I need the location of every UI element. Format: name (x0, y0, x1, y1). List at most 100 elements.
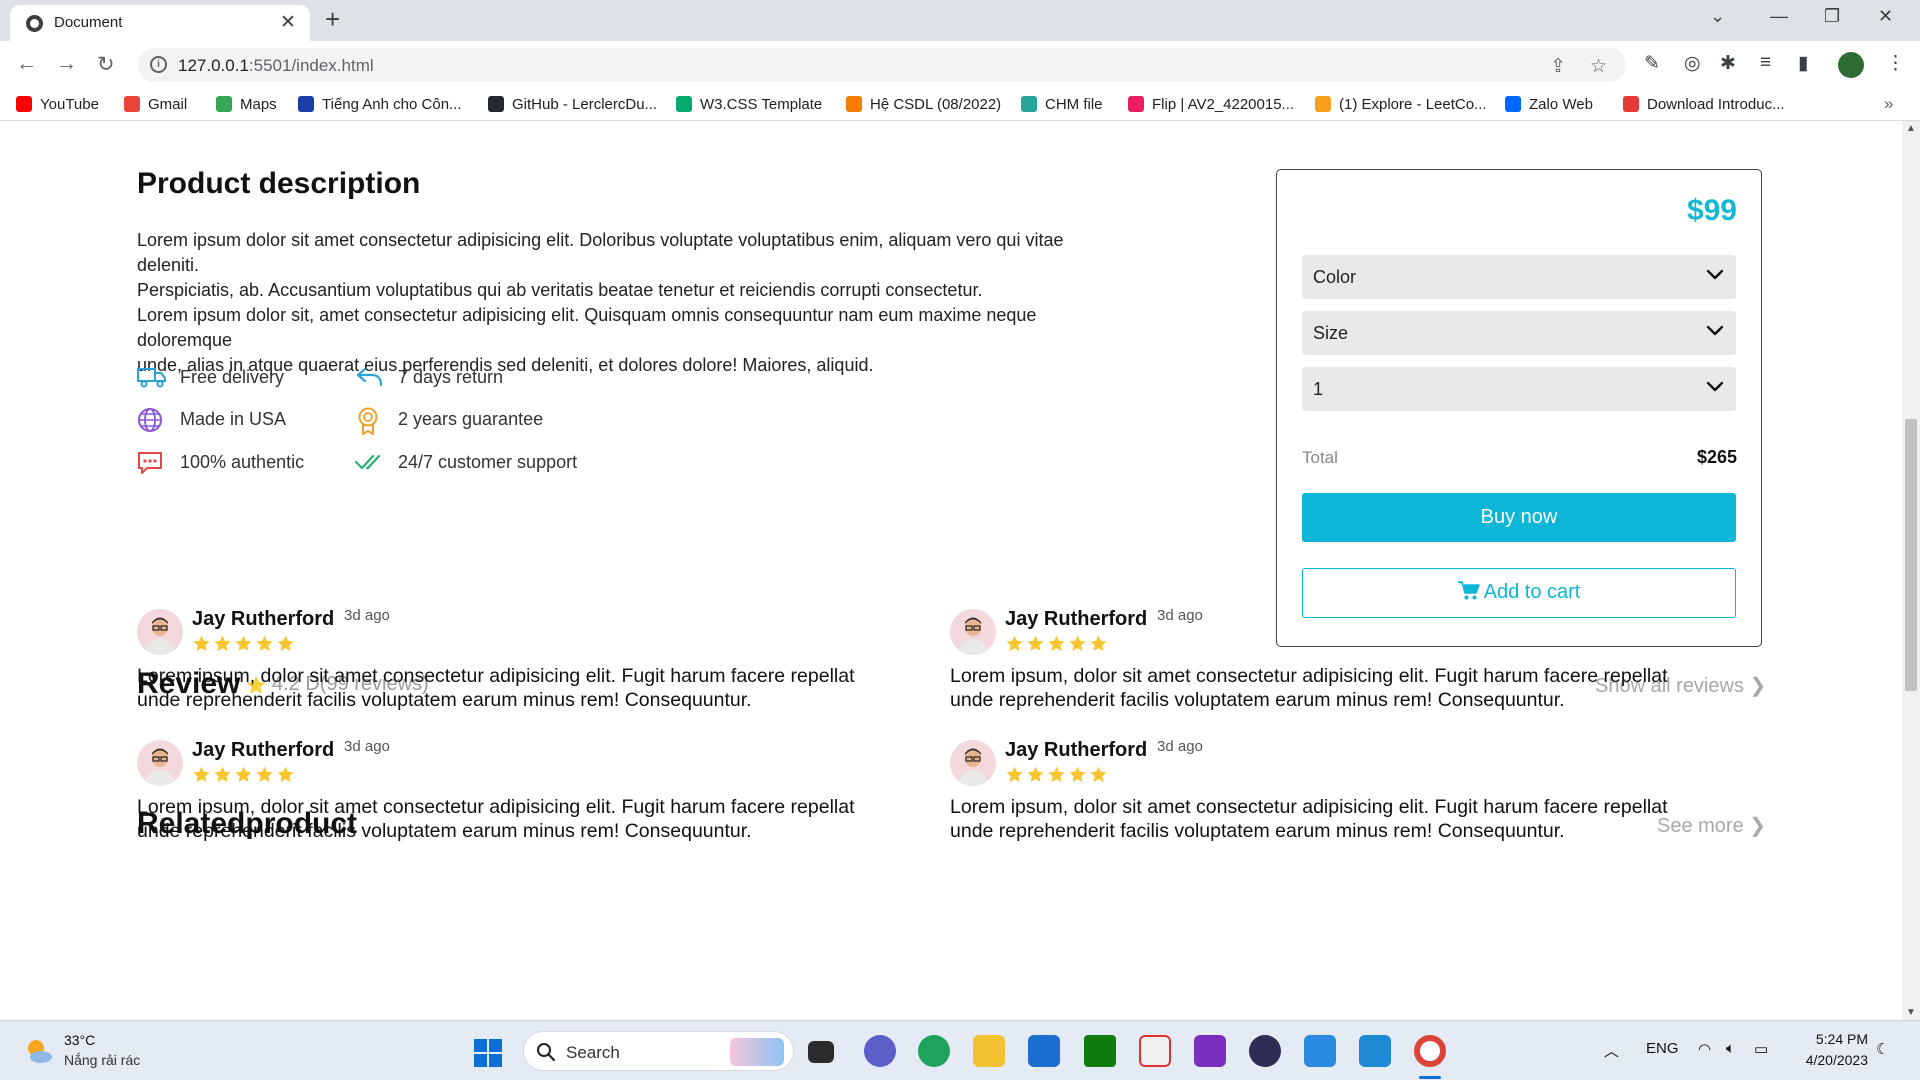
extension-compass-icon[interactable]: ◎ (1684, 52, 1701, 75)
forward-icon[interactable]: → (56, 52, 77, 76)
star-icon (214, 635, 231, 651)
bookmark-favicon-icon (1315, 96, 1331, 112)
buy-now-button[interactable]: Buy now (1302, 493, 1736, 542)
bookmark-label: Zalo Web (1529, 96, 1593, 113)
back-icon[interactable]: ← (16, 52, 37, 76)
snipping-tool-icon[interactable] (1139, 1035, 1171, 1067)
scroll-up-icon[interactable]: ▲ (1906, 123, 1916, 134)
mail-icon[interactable] (1028, 1035, 1060, 1067)
menu-kebab-icon[interactable]: ⋮ (1886, 52, 1905, 75)
language-indicator[interactable]: ENG (1646, 1040, 1679, 1057)
proton-vpn-icon[interactable] (1194, 1035, 1226, 1067)
wifi-icon[interactable]: ◠ (1698, 1040, 1711, 1058)
teams-chat-icon[interactable] (864, 1035, 896, 1067)
review-text-line: Lorem ipsum, dolor sit amet consectetur … (950, 796, 1668, 818)
review-text-line: Lorem ipsum, dolor sit amet consectetur … (137, 665, 855, 687)
bookmark-item[interactable]: Download Introduc... (1623, 96, 1785, 113)
see-more-link[interactable]: See more ❯ (1657, 813, 1766, 838)
site-info-icon[interactable]: i (150, 56, 167, 73)
restore-icon[interactable]: ❐ (1824, 6, 1840, 27)
new-tab-icon[interactable]: + (325, 4, 340, 35)
bookmark-item[interactable]: W3.CSS Template (676, 96, 822, 113)
share-icon[interactable]: ⇪ (1550, 55, 1566, 78)
feature-label: Made in USA (180, 409, 287, 429)
review-text: Lorem ipsum, dolor sit amet consectetur … (950, 795, 1730, 843)
xbox-icon[interactable] (1084, 1035, 1116, 1067)
bookmark-item[interactable]: CHM file (1021, 96, 1103, 113)
show-hidden-icons-chevron-icon[interactable]: ︿ (1604, 1040, 1619, 1061)
weather-sun-cloud-icon[interactable] (22, 1035, 54, 1067)
bookmark-item[interactable]: YouTube (16, 96, 99, 113)
tab-document[interactable]: Document ✕ (10, 5, 310, 41)
taskbar-search[interactable]: Search (523, 1031, 794, 1071)
bookmark-favicon-icon (1128, 96, 1144, 112)
bookmark-item[interactable]: GitHub - LerclercDu... (488, 96, 657, 113)
scrollbar-thumb[interactable] (1905, 419, 1917, 691)
volume-icon[interactable]: 🔈︎ (1726, 1040, 1735, 1057)
address-bar[interactable]: i 127.0.0.1:5501/index.html ⇪ ☆ (138, 48, 1626, 82)
bookmark-item[interactable]: (1) Explore - LeetCo... (1315, 96, 1487, 113)
start-button[interactable] (474, 1039, 502, 1067)
color-select[interactable]: Color (1302, 255, 1736, 299)
product-price: $99 (1686, 194, 1737, 227)
browser-toolbar: ← → ↻ i 127.0.0.1:5501/index.html ⇪ ☆ (0, 41, 1920, 89)
task-view-icon[interactable] (808, 1041, 834, 1063)
clock-date[interactable]: 4/20/2023 (1778, 1052, 1868, 1068)
side-panel-icon[interactable]: ▮ (1798, 52, 1808, 75)
paint-icon[interactable] (1304, 1035, 1336, 1067)
active-app-indicator (1419, 1076, 1441, 1079)
chevron-right-icon: ❯ (1749, 815, 1767, 837)
more-bookmarks-icon[interactable]: » (1884, 94, 1893, 114)
eclipse-icon[interactable] (1249, 1035, 1281, 1067)
review-text-line: unde reprehenderit facilis voluptatem ea… (137, 689, 752, 711)
close-window-icon[interactable]: ✕ (1878, 6, 1893, 27)
notifications-icon[interactable]: ☾ (1876, 1040, 1889, 1058)
search-highlight-image (730, 1038, 784, 1066)
bookmark-item[interactable]: Tiếng Anh cho Côn... (298, 96, 462, 113)
feature-customer-support: 24/7 customer support (355, 448, 615, 478)
close-tab-icon[interactable]: ✕ (280, 11, 296, 34)
review-stars (192, 634, 297, 658)
cart-icon (1457, 581, 1480, 600)
bookmark-favicon-icon (1021, 96, 1037, 112)
weather-temperature: 33°C (64, 1032, 96, 1048)
star-icon (1027, 766, 1044, 782)
bookmark-favicon-icon (1623, 96, 1639, 112)
reload-icon[interactable]: ↻ (97, 52, 115, 77)
bookmark-label: Maps (240, 96, 277, 113)
chrome-icon[interactable] (1414, 1035, 1446, 1067)
star-icon (1048, 766, 1065, 782)
reading-list-icon[interactable]: ≡ (1760, 52, 1771, 74)
star-icon (1006, 766, 1023, 782)
bookmark-item[interactable]: Zalo Web (1505, 96, 1593, 113)
file-explorer-icon[interactable] (973, 1035, 1005, 1067)
battery-icon[interactable]: ▭ (1754, 1040, 1768, 1058)
bookmark-item[interactable]: Hệ CSDL (08/2022) (846, 96, 1001, 113)
scroll-down-icon[interactable]: ▼ (1906, 1007, 1916, 1018)
page-scrollbar[interactable]: ▲ ▼ (1902, 121, 1920, 1020)
star-icon (1090, 635, 1107, 651)
bookmark-label: Download Introduc... (1647, 96, 1785, 113)
bookmark-star-icon[interactable]: ☆ (1590, 55, 1607, 78)
minimize-icon[interactable]: — (1770, 6, 1788, 27)
tab-search-icon[interactable]: ⌄ (1710, 6, 1725, 27)
bookmark-item[interactable]: Flip | AV2_4220015... (1128, 96, 1294, 113)
clock-time[interactable]: 5:24 PM (1798, 1031, 1868, 1047)
extensions-icon[interactable]: ✱ (1720, 52, 1736, 75)
star-icon (277, 635, 294, 651)
profile-avatar[interactable] (1838, 52, 1864, 78)
bookmark-item[interactable]: Maps (216, 96, 277, 113)
star-icon (235, 635, 252, 651)
vscode-icon[interactable] (1359, 1035, 1391, 1067)
review-text: Lorem ipsum, dolor sit amet consectetur … (137, 664, 917, 712)
bookmark-favicon-icon (1505, 96, 1521, 112)
quantity-select[interactable]: 1 (1302, 367, 1736, 411)
edge-browser-icon[interactable] (918, 1035, 950, 1067)
bookmark-item[interactable]: Gmail (124, 96, 187, 113)
star-icon (193, 766, 210, 782)
bookmark-favicon-icon (216, 96, 232, 112)
extension-pen-icon[interactable]: ✎ (1644, 52, 1660, 75)
chevron-down-icon (1706, 269, 1724, 280)
reviewer-avatar (137, 609, 183, 655)
size-select[interactable]: Size (1302, 311, 1736, 355)
